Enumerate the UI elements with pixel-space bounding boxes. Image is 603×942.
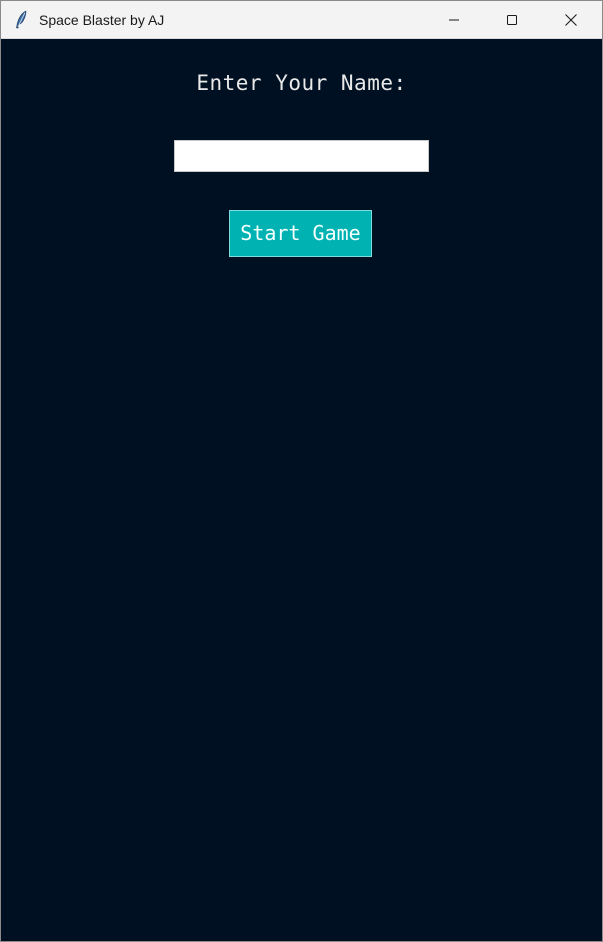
- app-window: Space Blaster by AJ Enter Your Name: Sta…: [0, 0, 603, 942]
- close-icon: [565, 14, 577, 26]
- start-game-button[interactable]: Start Game: [229, 210, 372, 257]
- minimize-button[interactable]: [431, 1, 477, 39]
- feather-icon: [13, 10, 29, 30]
- minimize-icon: [449, 19, 459, 21]
- maximize-button[interactable]: [489, 1, 535, 39]
- maximize-icon: [507, 15, 517, 25]
- name-input[interactable]: [174, 140, 429, 172]
- window-title: Space Blaster by AJ: [39, 12, 165, 28]
- title-bar[interactable]: Space Blaster by AJ: [1, 1, 602, 39]
- name-prompt-label: Enter Your Name:: [196, 71, 407, 95]
- game-start-screen: Enter Your Name: Start Game: [1, 40, 602, 941]
- close-button[interactable]: [548, 1, 594, 39]
